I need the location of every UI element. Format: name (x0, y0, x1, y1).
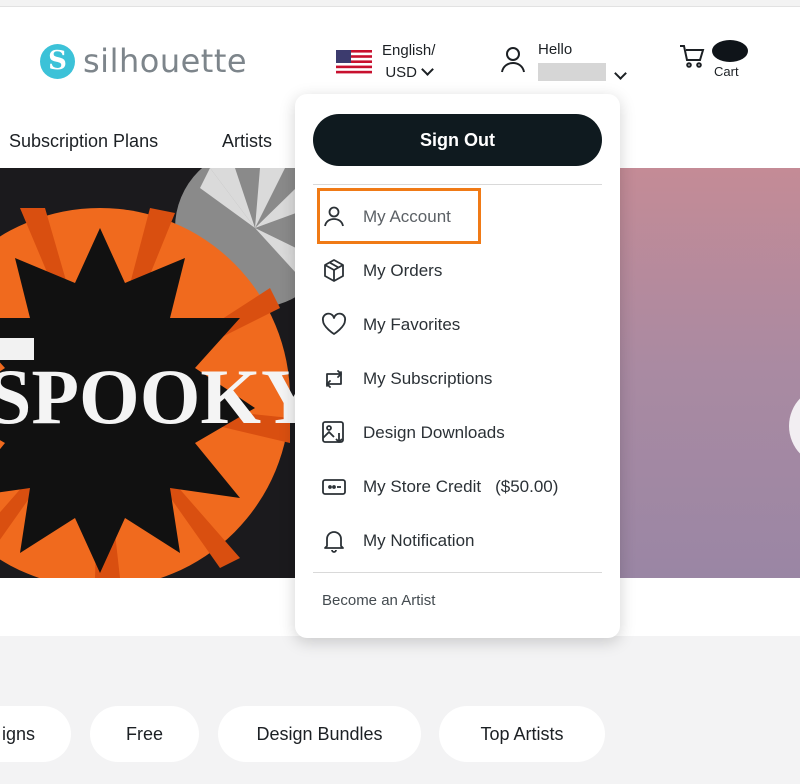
chip-label: Top Artists (480, 723, 564, 744)
spooky-decoration-image: SPOOKY (0, 168, 296, 578)
chip-designs[interactable]: igns (0, 706, 71, 762)
bell-icon (324, 531, 344, 553)
nav-subscription-plans[interactable]: Subscription Plans (9, 131, 158, 152)
menu-item-my-notification[interactable]: My Notification (321, 526, 474, 556)
sign-out-button[interactable]: Sign Out (313, 114, 602, 166)
cart-count-badge (712, 40, 748, 62)
become-artist-link[interactable]: Become an Artist (322, 592, 435, 609)
chip-label: Free (125, 723, 163, 744)
chevron-down-icon (614, 67, 627, 80)
box-icon (324, 259, 344, 282)
account-dropdown-menu: Sign Out My Account My Orders My Favorit… (295, 94, 620, 638)
menu-item-design-downloads[interactable]: Design Downloads (321, 418, 505, 448)
menu-item-label: My Notification (363, 531, 475, 550)
menu-item-label: My Subscriptions (363, 369, 493, 388)
cart-label: Cart (714, 64, 739, 79)
us-flag-icon (336, 50, 372, 74)
cart-icon (680, 45, 705, 68)
credit-card-icon (322, 479, 346, 495)
chevron-down-icon (421, 63, 434, 76)
chip-top-artists[interactable]: Top Artists (439, 706, 605, 762)
store-credit-amount: ($50.00) (495, 477, 559, 496)
currency-label: USD (385, 64, 418, 81)
browser-top-bar (0, 0, 800, 7)
account-menu-toggle[interactable]: Hello (498, 40, 627, 86)
logo-mark: S (40, 43, 75, 79)
user-icon (324, 206, 344, 227)
user-icon (498, 40, 528, 86)
heart-shape-decoration (789, 386, 800, 466)
image-download-icon (322, 421, 344, 443)
menu-item-my-store-credit[interactable]: My Store Credit ($50.00) (321, 472, 558, 502)
logo-text: silhouette (83, 42, 248, 80)
hero-image-spooky[interactable]: SPOOKY (0, 168, 296, 578)
language-currency-selector[interactable]: English/ USD (336, 40, 435, 84)
menu-item-my-orders[interactable]: My Orders (321, 256, 442, 286)
heart-icon (322, 312, 346, 335)
menu-item-my-account[interactable]: My Account (321, 202, 451, 232)
chip-label: igns (1, 723, 35, 744)
menu-item-label: My Account (363, 207, 451, 226)
language-label: English/ (382, 42, 436, 59)
menu-item-label: My Store Credit (363, 477, 482, 496)
menu-divider (313, 572, 602, 573)
menu-item-label: My Favorites (363, 315, 461, 334)
silhouette-logo[interactable]: S silhouette (40, 42, 247, 80)
hero-image-text: SPOOKY (0, 353, 296, 440)
repeat-icon (326, 370, 342, 388)
menu-item-my-favorites[interactable]: My Favorites (321, 310, 460, 340)
menu-divider (313, 184, 602, 185)
menu-item-label: My Orders (363, 261, 443, 280)
chip-design-bundles[interactable]: Design Bundles (218, 706, 421, 762)
menu-item-my-subscriptions[interactable]: My Subscriptions (321, 364, 492, 394)
nav-artists[interactable]: Artists (222, 131, 272, 152)
hero-image-right[interactable] (619, 168, 800, 578)
chip-free[interactable]: Free (90, 706, 199, 762)
chip-label: Design Bundles (256, 723, 383, 744)
menu-item-label: Design Downloads (363, 423, 505, 442)
redacted-username (538, 63, 606, 81)
greeting-text: Hello (538, 41, 573, 58)
